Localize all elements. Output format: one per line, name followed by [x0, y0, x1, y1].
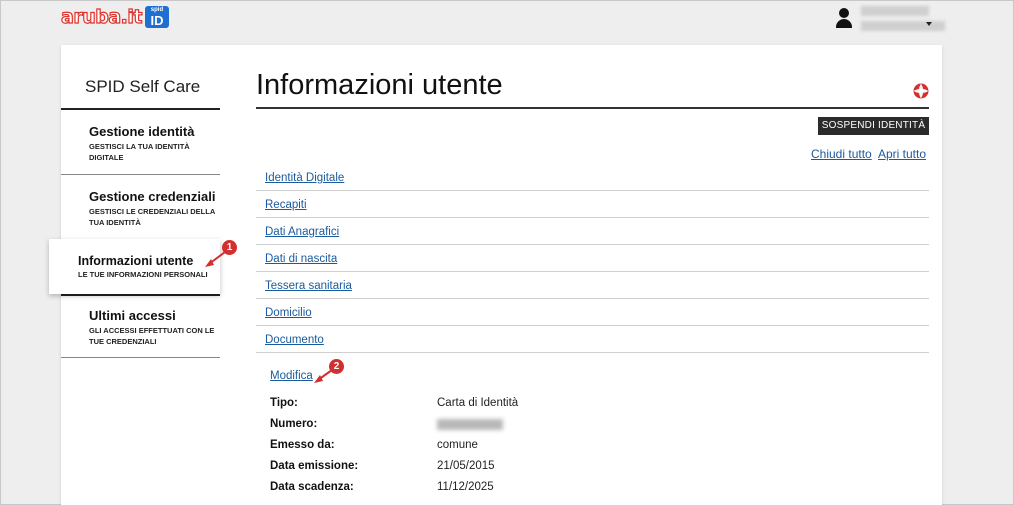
- annotation-arrow-1: [205, 251, 226, 267]
- divider: [61, 174, 220, 175]
- accordion-domicilio: Domicilio: [256, 299, 929, 326]
- section-link[interactable]: Identità Digitale: [265, 172, 344, 184]
- field-value-data-emissione: 21/05/2015: [437, 460, 495, 472]
- annotation-arrow-2: [314, 369, 333, 383]
- field-label-tipo: Tipo:: [270, 397, 298, 409]
- user-icon: [835, 8, 853, 30]
- section-link[interactable]: Dati Anagrafici: [265, 226, 339, 238]
- sidebar-item-informazioni-utente[interactable]: Informazioni utente LE TUE INFORMAZIONI …: [49, 239, 220, 294]
- logo-text: aruba.it: [60, 5, 143, 28]
- accordion-dati-nascita: Dati di nascita: [256, 245, 929, 272]
- aruba-logo[interactable]: aruba.it spid ID: [60, 5, 169, 29]
- spid-id-icon: spid ID: [144, 6, 169, 28]
- field-value-tipo: Carta di Identità: [437, 397, 519, 409]
- section-link[interactable]: Documento: [265, 334, 324, 346]
- open-all-link[interactable]: Apri tutto: [878, 147, 926, 161]
- sidebar-item-gestione-credenziali[interactable]: Gestione credenziali GESTISCI LE CREDENZ…: [89, 189, 219, 228]
- suspend-identity-button[interactable]: SOSPENDI IDENTITÀ: [818, 117, 929, 135]
- sidebar-item-ultimi-accessi[interactable]: Ultimi accessi GLI ACCESSI EFFETTUATI CO…: [89, 308, 219, 347]
- page-title: Informazioni utente: [256, 69, 503, 101]
- sidebar-item-sub: LE TUE INFORMAZIONI PERSONALI: [78, 270, 208, 279]
- field-label-data-emissione: Data emissione:: [270, 460, 359, 472]
- edit-document-link[interactable]: Modifica: [270, 370, 313, 382]
- field-label-data-scadenza: Data scadenza:: [270, 481, 354, 493]
- section-link[interactable]: Tessera sanitaria: [265, 280, 352, 292]
- field-value-numero-redacted: [437, 419, 503, 430]
- sidebar-title: SPID Self Care: [85, 77, 201, 96]
- divider: [61, 357, 220, 358]
- content-card: SPID Self Care Gestione identità GESTISC…: [49, 45, 942, 505]
- chevron-down-icon[interactable]: [926, 22, 932, 26]
- user-name-redacted: [861, 6, 945, 31]
- accordion-dati-anagrafici: Dati Anagrafici: [256, 218, 929, 245]
- accordion-recapiti: Recapiti: [256, 191, 929, 218]
- accordion-documento: Documento: [256, 326, 929, 353]
- field-label-numero: Numero:: [270, 418, 318, 430]
- title-rule: [256, 107, 929, 109]
- sidebar-item-label: Informazioni utente: [78, 254, 194, 268]
- accordion-identita-digitale: Identità Digitale: [256, 164, 929, 191]
- section-link[interactable]: Dati di nascita: [265, 253, 337, 265]
- section-link[interactable]: Domicilio: [265, 307, 312, 319]
- accordion-tessera-sanitaria: Tessera sanitaria: [256, 272, 929, 299]
- user-menu[interactable]: [835, 6, 945, 31]
- field-value-emesso-da: comune: [437, 439, 478, 451]
- sidebar-title-rule: [61, 108, 220, 110]
- field-value-data-scadenza: 11/12/2025: [437, 481, 494, 493]
- divider: [61, 294, 220, 296]
- sidebar-item-gestione-identita[interactable]: Gestione identità GESTISCI LA TUA IDENTI…: [89, 124, 219, 163]
- lifebuoy-help-icon[interactable]: [913, 83, 929, 99]
- field-label-emesso-da: Emesso da:: [270, 439, 335, 451]
- close-all-link[interactable]: Chiudi tutto: [811, 147, 872, 161]
- section-link[interactable]: Recapiti: [265, 199, 307, 211]
